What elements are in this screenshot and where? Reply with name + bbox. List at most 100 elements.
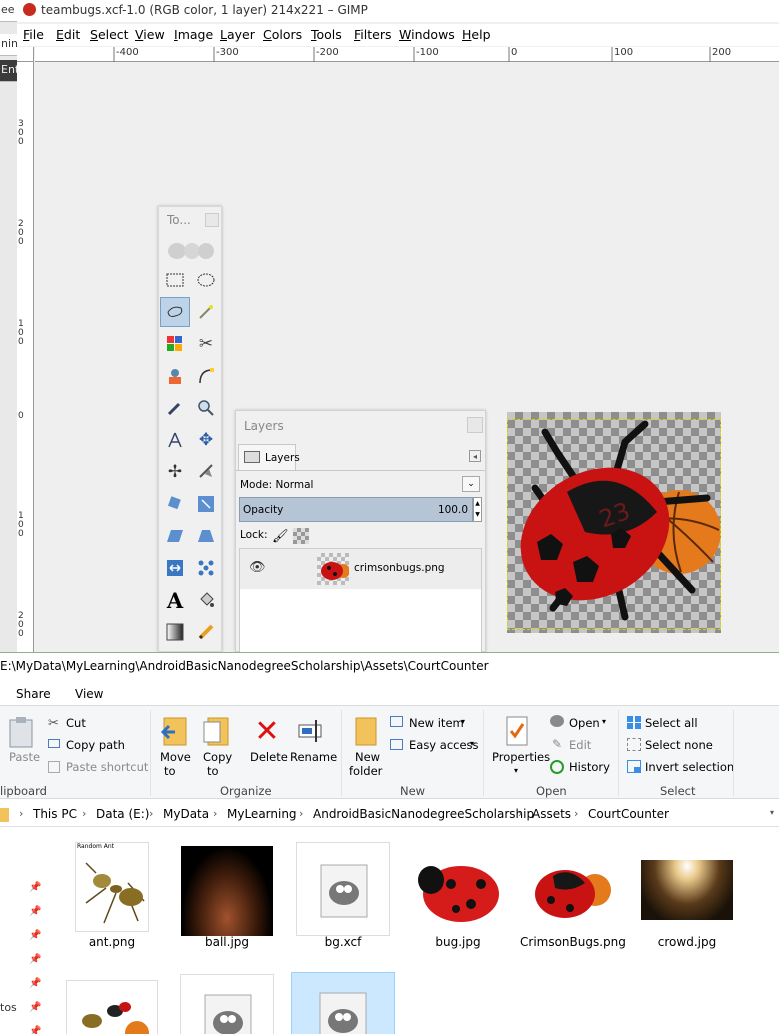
copy-to-folder-icon[interactable] [202, 714, 232, 748]
opacity-slider[interactable]: Opacity 100.0 [239, 497, 473, 522]
pin-icon[interactable]: 📌 [29, 954, 41, 965]
layers-close-button[interactable] [467, 417, 483, 433]
file-item[interactable] [60, 978, 164, 1034]
zoom-icon[interactable] [193, 395, 219, 421]
menu-colors[interactable]: Colors [263, 27, 302, 42]
tab-layers[interactable]: Layers [238, 444, 300, 470]
tab-view[interactable]: View [75, 687, 103, 701]
pin-icon[interactable]: 📌 [29, 906, 41, 917]
file-item[interactable]: CrimsonBugs.png [520, 838, 626, 968]
pin-icon[interactable]: 📌 [29, 882, 41, 893]
menu-tools[interactable]: Tools [311, 27, 342, 42]
copy-to-button[interactable]: Copy [203, 750, 232, 764]
layer-name[interactable]: crimsonbugs.png [354, 562, 445, 574]
breadcrumb-assets[interactable]: Assets [532, 807, 571, 821]
copy-to-button-line2[interactable]: to [207, 764, 219, 778]
breadcrumb-chevron-icon[interactable]: › [299, 807, 303, 820]
move-to-button-line2[interactable]: to [164, 764, 176, 778]
nav-pane-item[interactable]: tos [0, 1001, 17, 1014]
select-by-color-icon[interactable] [162, 331, 188, 357]
shear-icon[interactable] [162, 523, 188, 549]
breadcrumb-mylearning[interactable]: MyLearning [227, 807, 297, 821]
open-button[interactable]: Open [569, 716, 600, 730]
pin-icon[interactable]: 📌 [29, 930, 41, 941]
background-tab[interactable]: nin [0, 34, 17, 56]
menu-windows[interactable]: Windows [399, 27, 455, 42]
easy-access-chevron-down-icon[interactable]: ▾ [470, 739, 474, 748]
menu-help[interactable]: Help [462, 27, 491, 42]
menu-filters[interactable]: Filters [354, 27, 391, 42]
pencil-icon[interactable] [193, 619, 219, 645]
address-bar[interactable]: › This PC › Data (E:) › MyData › MyLearn… [0, 803, 779, 827]
select-all-button[interactable]: Select all [645, 716, 698, 730]
address-chevron-down-icon[interactable]: ▾ [770, 808, 774, 817]
open-chevron-down-icon[interactable]: ▾ [602, 717, 606, 726]
menu-select[interactable]: Select [90, 27, 129, 42]
measure-icon[interactable] [162, 427, 188, 453]
breadcrumb-chevron-icon[interactable]: › [518, 807, 522, 820]
history-button[interactable]: History [569, 760, 610, 774]
properties-icon[interactable] [503, 714, 531, 748]
vertical-ruler[interactable]: 300 200 100 0 100 200 [17, 62, 34, 652]
breadcrumb-data-drive[interactable]: Data (E:) [96, 807, 149, 821]
foreground-select-icon[interactable] [162, 363, 188, 389]
breadcrumb-chevron-icon[interactable]: › [19, 807, 23, 820]
edit-button[interactable]: Edit [569, 738, 591, 752]
background-tab[interactable]: ee C [0, 0, 17, 22]
breadcrumb-mydata[interactable]: MyData [163, 807, 209, 821]
crop-icon[interactable] [193, 459, 219, 485]
new-folder-icon[interactable] [352, 714, 380, 748]
file-item-selected[interactable] [291, 972, 395, 1034]
visibility-eye-icon[interactable]: 👁 [249, 560, 266, 575]
paste-clipboard-icon[interactable] [6, 715, 36, 749]
move-to-folder-icon[interactable] [160, 714, 190, 748]
text-icon[interactable]: A [162, 587, 188, 613]
easy-access-button[interactable]: Easy access [409, 738, 479, 752]
opacity-spinner[interactable]: ▲ ▼ [473, 497, 482, 522]
scissors-icon[interactable]: ✂ [193, 331, 219, 357]
flip-icon[interactable] [162, 555, 188, 581]
menu-layer[interactable]: Layer [220, 27, 255, 42]
blend-icon[interactable] [162, 619, 188, 645]
breadcrumb-chevron-icon[interactable]: › [82, 807, 86, 820]
ellipse-select-icon[interactable] [193, 267, 219, 293]
free-select-icon[interactable] [160, 297, 190, 327]
breadcrumb-courtcounter[interactable]: CourtCounter [588, 807, 669, 821]
paths-icon[interactable] [193, 363, 219, 389]
align-icon[interactable]: ✢ [162, 459, 188, 485]
new-item-chevron-down-icon[interactable]: ▾ [461, 717, 465, 726]
move-to-button[interactable]: Move [160, 750, 191, 764]
breadcrumb-this-pc[interactable]: This PC [33, 807, 77, 821]
breadcrumb-scholarship[interactable]: AndroidBasicNanodegreeScholarship [313, 807, 534, 821]
move-icon[interactable]: ✥ [193, 427, 219, 453]
rotate-icon[interactable] [162, 491, 188, 517]
menu-view[interactable]: View [135, 27, 165, 42]
paste-button[interactable]: Paste [9, 750, 40, 764]
pin-icon[interactable]: 📌 [29, 1026, 41, 1034]
copy-path-button[interactable]: Copy path [66, 738, 125, 752]
pin-icon[interactable]: 📌 [29, 1002, 41, 1013]
menu-file[interactable]: File [23, 27, 44, 42]
file-item[interactable]: bg.xcf [291, 838, 395, 958]
breadcrumb-chevron-icon[interactable]: › [574, 807, 578, 820]
delete-button[interactable]: Delete [250, 750, 288, 764]
file-item[interactable]: ball.jpg [175, 838, 279, 958]
menu-edit[interactable]: Edit [56, 27, 80, 42]
select-none-button[interactable]: Select none [645, 738, 713, 752]
cut-button[interactable]: Cut [66, 716, 86, 730]
invert-selection-button[interactable]: Invert selection [645, 760, 734, 774]
cage-icon[interactable] [193, 555, 219, 581]
pin-icon[interactable]: 📌 [29, 978, 41, 989]
new-item-button[interactable]: New item [409, 716, 464, 730]
paste-shortcut-button[interactable]: Paste shortcut [66, 760, 148, 774]
fuzzy-select-icon[interactable] [193, 299, 219, 325]
layer-list[interactable]: 👁 crimsonbugs.png [239, 548, 482, 654]
bucket-fill-icon[interactable] [193, 587, 219, 613]
lock-pixels-brush-icon[interactable]: 🖌 [272, 529, 289, 544]
new-folder-button-line2[interactable]: folder [349, 764, 382, 778]
properties-button[interactable]: Properties [492, 750, 550, 764]
file-item[interactable]: crowd.jpg [635, 838, 739, 958]
lock-alpha-checker-icon[interactable] [293, 528, 309, 544]
properties-chevron-down-icon[interactable]: ▾ [514, 766, 518, 775]
new-folder-button[interactable]: New [355, 750, 380, 764]
